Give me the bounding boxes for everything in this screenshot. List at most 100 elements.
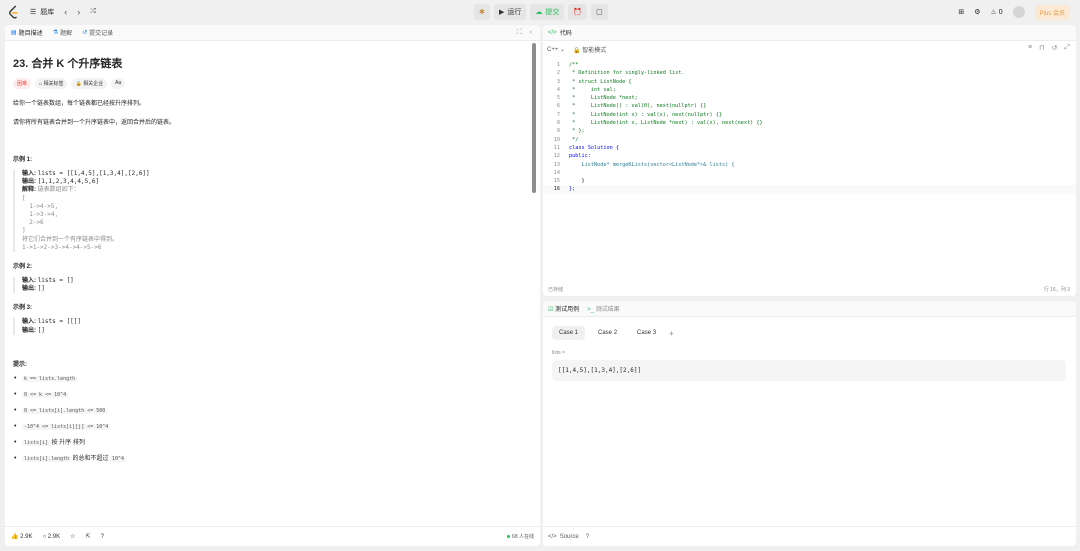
history-icon: ↺ bbox=[82, 30, 88, 36]
scrollbar[interactable] bbox=[532, 43, 536, 193]
line-number: 8 bbox=[556, 120, 560, 127]
maximize-icon[interactable]: ⛶ bbox=[517, 29, 522, 37]
reset-icon[interactable]: ↺ bbox=[1052, 44, 1058, 52]
line-number: 10 bbox=[553, 136, 560, 143]
code-line[interactable]: 4 * int val; bbox=[543, 86, 1076, 94]
tag-icon: ⌂ bbox=[39, 81, 43, 87]
code-line[interactable]: 13 ListNode* mergeKLists(vector<ListNode… bbox=[543, 161, 1076, 169]
code-line[interactable]: 9 * }; bbox=[543, 127, 1076, 135]
problem-tags: 困难 ⌂ 相关标签 🔒 相关企业 Aa bbox=[13, 78, 533, 89]
expand-icon[interactable]: ⤢ bbox=[1064, 44, 1070, 52]
debug-button[interactable]: ✱ bbox=[474, 4, 490, 20]
language-select[interactable]: C++ ⌄ bbox=[547, 46, 565, 53]
comment-button[interactable]: ○ 2.9K bbox=[43, 534, 61, 540]
problem-title[interactable]: 23. 合并 K 个升序链表 bbox=[13, 55, 533, 71]
prev-problem-icon[interactable]: ‹ bbox=[64, 7, 67, 17]
online-dot-icon bbox=[507, 535, 511, 538]
tab-testcases[interactable]: ☑ 测试用例 bbox=[548, 304, 579, 313]
font-size-button[interactable]: Aa bbox=[111, 78, 126, 89]
code-editor[interactable]: 1 /** 2 * Definition for singly-linked lis… bbox=[543, 61, 1076, 194]
code-text: /** bbox=[569, 62, 579, 68]
tab-case-3[interactable]: Case 3 bbox=[630, 326, 663, 340]
help-icon[interactable]: ? bbox=[101, 534, 104, 540]
tab-description[interactable]: ▤ 题目描述 bbox=[11, 28, 43, 37]
code-text: * ListNode(int x) : val(x), next(nullptr… bbox=[569, 111, 723, 118]
top-bar-left: ☰ 题库 ‹ › ⤮ bbox=[8, 0, 96, 24]
code-line[interactable]: 3 * struct ListNode { bbox=[543, 78, 1076, 86]
bookmark-icon[interactable]: ⊓ bbox=[1039, 44, 1044, 52]
problem-list-button[interactable]: ☰ 题库 bbox=[30, 7, 54, 17]
plus-membership-button[interactable]: Plus 会员 bbox=[1034, 4, 1070, 20]
list-item: 0 <= k <= 10^4 bbox=[13, 391, 533, 399]
submit-button[interactable]: ☁ 提交 bbox=[530, 4, 565, 20]
tab-case-2[interactable]: Case 2 bbox=[591, 326, 624, 340]
tab-case-1[interactable]: Case 1 bbox=[552, 326, 586, 340]
code-line[interactable]: 16}; bbox=[543, 185, 1076, 194]
add-case-button[interactable]: + bbox=[669, 329, 674, 338]
star-icon[interactable]: ☆ bbox=[70, 533, 75, 540]
constraints-title: 提示: bbox=[13, 361, 27, 368]
settings-gear-icon[interactable]: ⚙ bbox=[974, 8, 980, 16]
code-line[interactable]: 8 * ListNode(int x, ListNode *next) : va… bbox=[543, 119, 1076, 127]
document-icon: ▤ bbox=[11, 30, 17, 36]
problem-tabs: ▤ 题目描述 ⚗ 题解 ↺ 提交记录 bbox=[5, 25, 540, 41]
code-line[interactable]: 1 /** bbox=[543, 61, 1076, 69]
example-2-title: 示例 2: bbox=[13, 264, 33, 271]
leetcode-logo-icon[interactable] bbox=[8, 5, 20, 19]
collapse-icon[interactable]: ‹ bbox=[530, 29, 532, 37]
code-line[interactable]: 15 } bbox=[543, 177, 1076, 185]
run-button[interactable]: ▶ 运行 bbox=[494, 4, 527, 20]
testcase-input[interactable]: [[1,4,5],[1,3,4],[2,6]] bbox=[552, 360, 1066, 381]
avatar[interactable] bbox=[1012, 6, 1025, 18]
case-tabs: Case 1 Case 2 Case 3 + bbox=[552, 326, 674, 340]
smart-mode-toggle[interactable]: 🔒 智能模式 bbox=[573, 45, 606, 54]
code-text: * int val; bbox=[569, 86, 616, 93]
example-3-block: 输入: lists = [[]] 输出: [] bbox=[13, 318, 533, 335]
problem-description-2: 请你将所有链表合并到一个升序链表中，返回合并后的链表。 bbox=[13, 120, 176, 126]
tab-test-result[interactable]: >_ 测试结果 bbox=[587, 304, 620, 313]
like-button[interactable]: 👍 2.9K bbox=[11, 533, 33, 540]
code-text: * ListNode(int x, ListNode *next) : val(… bbox=[569, 120, 763, 127]
play-icon: ▶ bbox=[499, 9, 505, 16]
line-number: 7 bbox=[556, 111, 560, 118]
code-toolbar: C++ ⌄ 🔒 智能模式 bbox=[543, 41, 1076, 57]
next-problem-icon[interactable]: › bbox=[77, 7, 80, 17]
tab-solutions[interactable]: ⚗ 题解 bbox=[53, 28, 72, 37]
timer-button[interactable]: ⏰ bbox=[568, 4, 588, 20]
related-tags-button[interactable]: ⌂ 相关标签 bbox=[35, 78, 68, 89]
code-line[interactable]: 10 */ bbox=[543, 136, 1076, 144]
list-item: k == lists.length bbox=[13, 375, 533, 383]
example-1-block: 输入: lists = [[1,4,5],[1,3,4],[2,6]] 输出: … bbox=[13, 170, 533, 253]
line-number: 2 bbox=[556, 70, 560, 77]
code-line[interactable]: 5 * ListNode *next; bbox=[543, 94, 1076, 102]
fire-icon: ♨ bbox=[990, 9, 997, 16]
test-footer: </> Source ? bbox=[543, 526, 1076, 546]
cloud-upload-icon: ☁ bbox=[535, 9, 543, 16]
flask-icon: ⚗ bbox=[52, 30, 59, 36]
code-line[interactable]: 7 * ListNode(int x) : val(x), next(nullp… bbox=[543, 111, 1076, 119]
tab-submissions[interactable]: ↺ 提交记录 bbox=[82, 28, 113, 37]
line-number: 1 bbox=[556, 62, 560, 68]
notes-button[interactable]: ▢ bbox=[591, 4, 608, 20]
streak-counter[interactable]: ♨ 0 bbox=[991, 8, 1003, 16]
layout-icon[interactable]: ⊞ bbox=[958, 8, 964, 16]
code-line[interactable]: 14 bbox=[543, 169, 1076, 177]
code-line[interactable]: 6 * ListNode() : val(0), next(nullptr) {… bbox=[543, 102, 1076, 110]
share-icon[interactable]: ⇱ bbox=[86, 533, 91, 540]
source-link[interactable]: Source bbox=[560, 534, 579, 540]
code-line[interactable]: 2 * Definition for singly-linked list. bbox=[543, 69, 1076, 77]
related-companies-button[interactable]: 🔒 相关企业 bbox=[71, 78, 108, 89]
alarm-icon: ⏰ bbox=[573, 9, 583, 16]
format-icon[interactable]: ≡ bbox=[1028, 44, 1032, 52]
terminal-icon: >_ bbox=[587, 307, 594, 313]
line-number: 14 bbox=[553, 169, 560, 176]
code-line[interactable]: 12 public: bbox=[543, 152, 1076, 160]
list-icon: ☰ bbox=[30, 9, 37, 16]
example-1-title: 示例 1: bbox=[13, 157, 33, 163]
checkbox-icon: ☑ bbox=[548, 307, 554, 313]
code-line[interactable]: 11 class Solution { bbox=[543, 144, 1076, 152]
help-icon[interactable]: ? bbox=[586, 534, 589, 540]
shuffle-icon[interactable]: ⤮ bbox=[90, 8, 96, 16]
problem-description-1: 给你一个链表数组，每个链表都已经按升序排列。 bbox=[13, 101, 146, 107]
